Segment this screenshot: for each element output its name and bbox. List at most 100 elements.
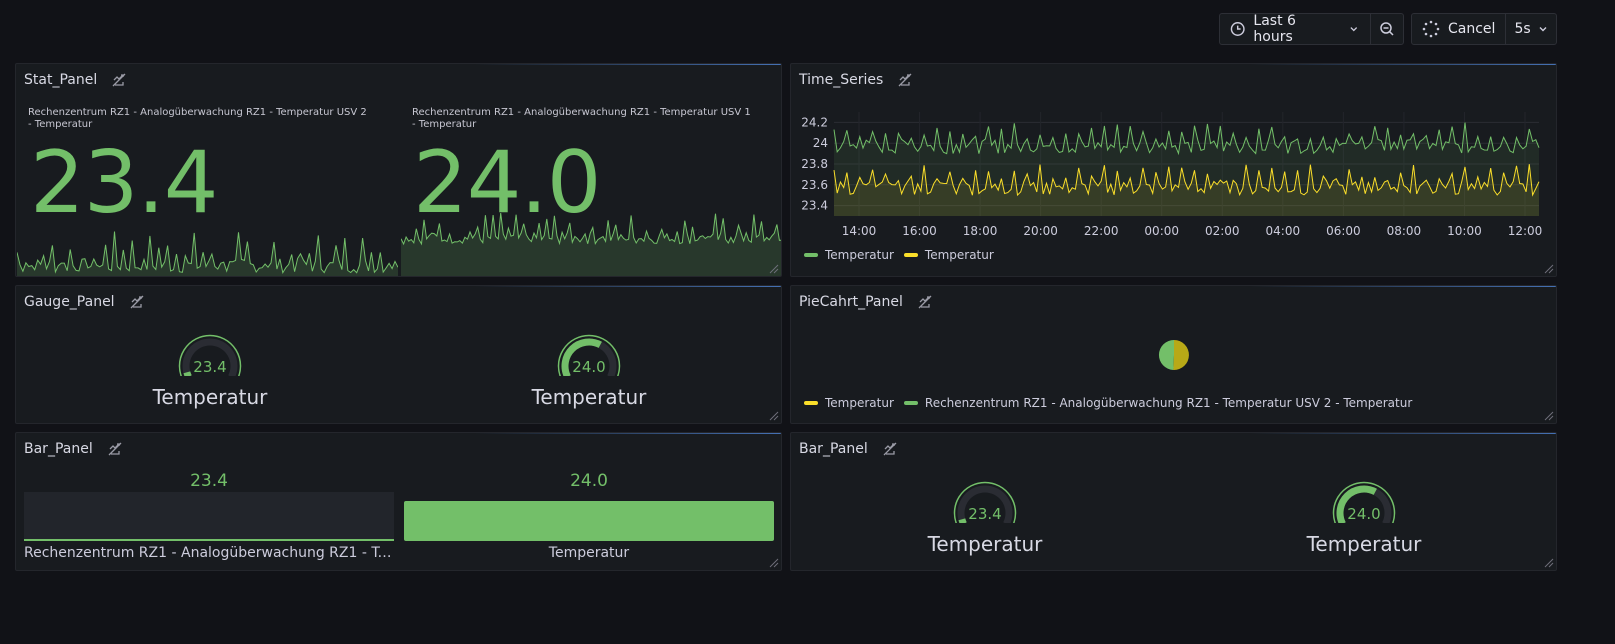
gauge-label: Temperatur	[1306, 532, 1422, 556]
pie-slice-temperatur	[1173, 340, 1189, 370]
zoom-out-icon	[1380, 22, 1394, 36]
panel-header[interactable]: Bar_Panel	[24, 441, 123, 457]
bar-name-1: Rechenzentrum RZ1 - Analogüberwachung RZ…	[24, 545, 394, 561]
chevron-down-icon	[1539, 27, 1547, 32]
bar-panel-left[interactable]: Bar_Panel 23.4 Rechenzentrum RZ1 - Analo…	[15, 432, 782, 571]
stat-value-1: 23.4	[30, 133, 218, 233]
gauge-label: Temperatur	[927, 532, 1043, 556]
gauge-2: 24.0	[557, 334, 621, 376]
pie-slice-usv2	[1158, 339, 1174, 370]
x-tick-label: 12:00	[1508, 224, 1543, 238]
time-range-picker[interactable]: Last 6 hours	[1220, 13, 1370, 45]
pie-chart-panel[interactable]: PieCahrt_Panel Temperatur Rechenzentrum …	[790, 285, 1557, 424]
gauge-panel[interactable]: Gauge_Panel 23.4 Temperatur 24.0 Tempera…	[15, 285, 782, 424]
legend-label: Temperatur	[924, 248, 994, 262]
legend-label: Temperatur	[825, 248, 894, 262]
panel-title: Time_Series	[799, 72, 884, 88]
pie-chart[interactable]	[1158, 339, 1190, 371]
refresh-group: Cancel 5s	[1411, 13, 1557, 45]
time-range-label: Last 6 hours	[1253, 13, 1296, 45]
gauge-1: 23.4	[178, 334, 242, 376]
legend-item-green[interactable]: Temperatur	[804, 248, 894, 262]
no-data-link-icon[interactable]	[107, 441, 123, 457]
time-series-chart[interactable]: 24.2 24 23.8 23.6 23.4 14:00 16:00 18:00 20:00 2…	[791, 104, 1556, 254]
bar-1	[24, 492, 394, 541]
panel-header[interactable]: Stat_Panel	[24, 72, 127, 88]
no-data-link-icon[interactable]	[917, 294, 933, 310]
legend-item-green[interactable]: Rechenzentrum RZ1 - Analogüberwachung RZ…	[903, 396, 1413, 410]
cancel-button[interactable]: Cancel	[1412, 14, 1505, 44]
x-tick-label: 14:00	[842, 224, 877, 238]
bar-fill	[24, 539, 394, 541]
resize-handle-icon[interactable]	[1544, 558, 1554, 568]
legend-swatch	[903, 253, 918, 257]
no-data-link-icon[interactable]	[882, 441, 898, 457]
spinner-icon	[1422, 20, 1440, 38]
zoom-out-button[interactable]	[1370, 14, 1403, 44]
stat-label-1: Rechenzentrum RZ1 - Analogüberwachung RZ…	[28, 107, 367, 130]
legend-item-yellow[interactable]: Temperatur	[804, 396, 894, 410]
legend-swatch	[804, 253, 818, 257]
y-tick-label: 24.2	[801, 115, 828, 129]
clock-icon	[1230, 22, 1245, 36]
bar-value-2: 24.0	[570, 471, 608, 491]
gauge-2: 24.0	[1332, 481, 1396, 523]
chevron-down-icon	[1350, 27, 1358, 32]
bar-2	[404, 492, 774, 541]
bar-panel-right[interactable]: Bar_Panel 23.4 Temperatur 24.0 Temperatu…	[790, 432, 1557, 571]
stat-panel[interactable]: Stat_Panel Rechenzentrum RZ1 - Analogübe…	[15, 63, 782, 277]
no-data-link-icon[interactable]	[111, 72, 127, 88]
y-tick-label: 24	[813, 136, 828, 150]
x-tick-label: 08:00	[1387, 224, 1422, 238]
bar-value-1: 23.4	[190, 471, 228, 491]
refresh-interval-picker[interactable]: 5s	[1505, 14, 1556, 44]
refresh-interval-label: 5s	[1514, 21, 1531, 37]
x-tick-label: 02:00	[1205, 224, 1240, 238]
stat-label-2: Rechenzentrum RZ1 - Analogüberwachung RZ…	[412, 107, 751, 130]
stat-sparkline-2	[401, 213, 781, 276]
panel-title: Bar_Panel	[24, 441, 93, 457]
resize-handle-icon[interactable]	[769, 411, 779, 421]
time-series-panel[interactable]: Time_Series 24.2 24 23.8 23.6 23.4 14:00 16:0…	[790, 63, 1557, 277]
panel-title: Gauge_Panel	[24, 294, 115, 310]
x-tick-label: 00:00	[1144, 224, 1179, 238]
y-tick-label: 23.6	[801, 178, 828, 192]
x-tick-label: 16:00	[902, 224, 937, 238]
legend-label: Rechenzentrum RZ1 - Analogüberwachung RZ…	[924, 396, 1413, 410]
no-data-link-icon[interactable]	[897, 72, 913, 88]
panel-header[interactable]: Bar_Panel	[799, 441, 898, 457]
resize-handle-icon[interactable]	[769, 264, 779, 274]
legend-label: Temperatur	[825, 396, 894, 410]
x-tick-label: 10:00	[1447, 224, 1482, 238]
time-range-group: Last 6 hours	[1219, 13, 1404, 45]
panel-header[interactable]: PieCahrt_Panel	[799, 294, 933, 310]
gauge-value: 24.0	[572, 358, 605, 376]
resize-handle-icon[interactable]	[769, 558, 779, 568]
cancel-label: Cancel	[1448, 21, 1496, 37]
gauge-value: 23.4	[193, 358, 226, 376]
gauge-value: 23.4	[968, 505, 1001, 523]
y-tick-label: 23.8	[801, 157, 828, 171]
no-data-link-icon[interactable]	[129, 294, 145, 310]
stat-sparkline-1	[17, 231, 398, 276]
bar-name-2: Temperatur	[548, 545, 630, 561]
legend-item-yellow[interactable]: Temperatur	[903, 248, 994, 262]
gauge-label: Temperatur	[531, 385, 647, 409]
legend-swatch	[804, 401, 818, 405]
gauge-label: Temperatur	[152, 385, 268, 409]
panel-header[interactable]: Time_Series	[799, 72, 913, 88]
x-tick-label: 18:00	[963, 224, 998, 238]
gauge-value-arc	[958, 518, 967, 523]
panel-title: Stat_Panel	[24, 72, 98, 88]
x-tick-label: 06:00	[1326, 224, 1361, 238]
resize-handle-icon[interactable]	[1544, 411, 1554, 421]
panel-title: PieCahrt_Panel	[799, 294, 903, 310]
y-tick-label: 23.4	[801, 199, 828, 213]
gauge-1: 23.4	[953, 481, 1017, 523]
x-tick-label: 04:00	[1266, 224, 1301, 238]
resize-handle-icon[interactable]	[1544, 264, 1554, 274]
x-tick-label: 22:00	[1084, 224, 1119, 238]
legend-swatch	[903, 401, 918, 405]
gauge-value-arc	[183, 371, 192, 376]
panel-header[interactable]: Gauge_Panel	[24, 294, 145, 310]
